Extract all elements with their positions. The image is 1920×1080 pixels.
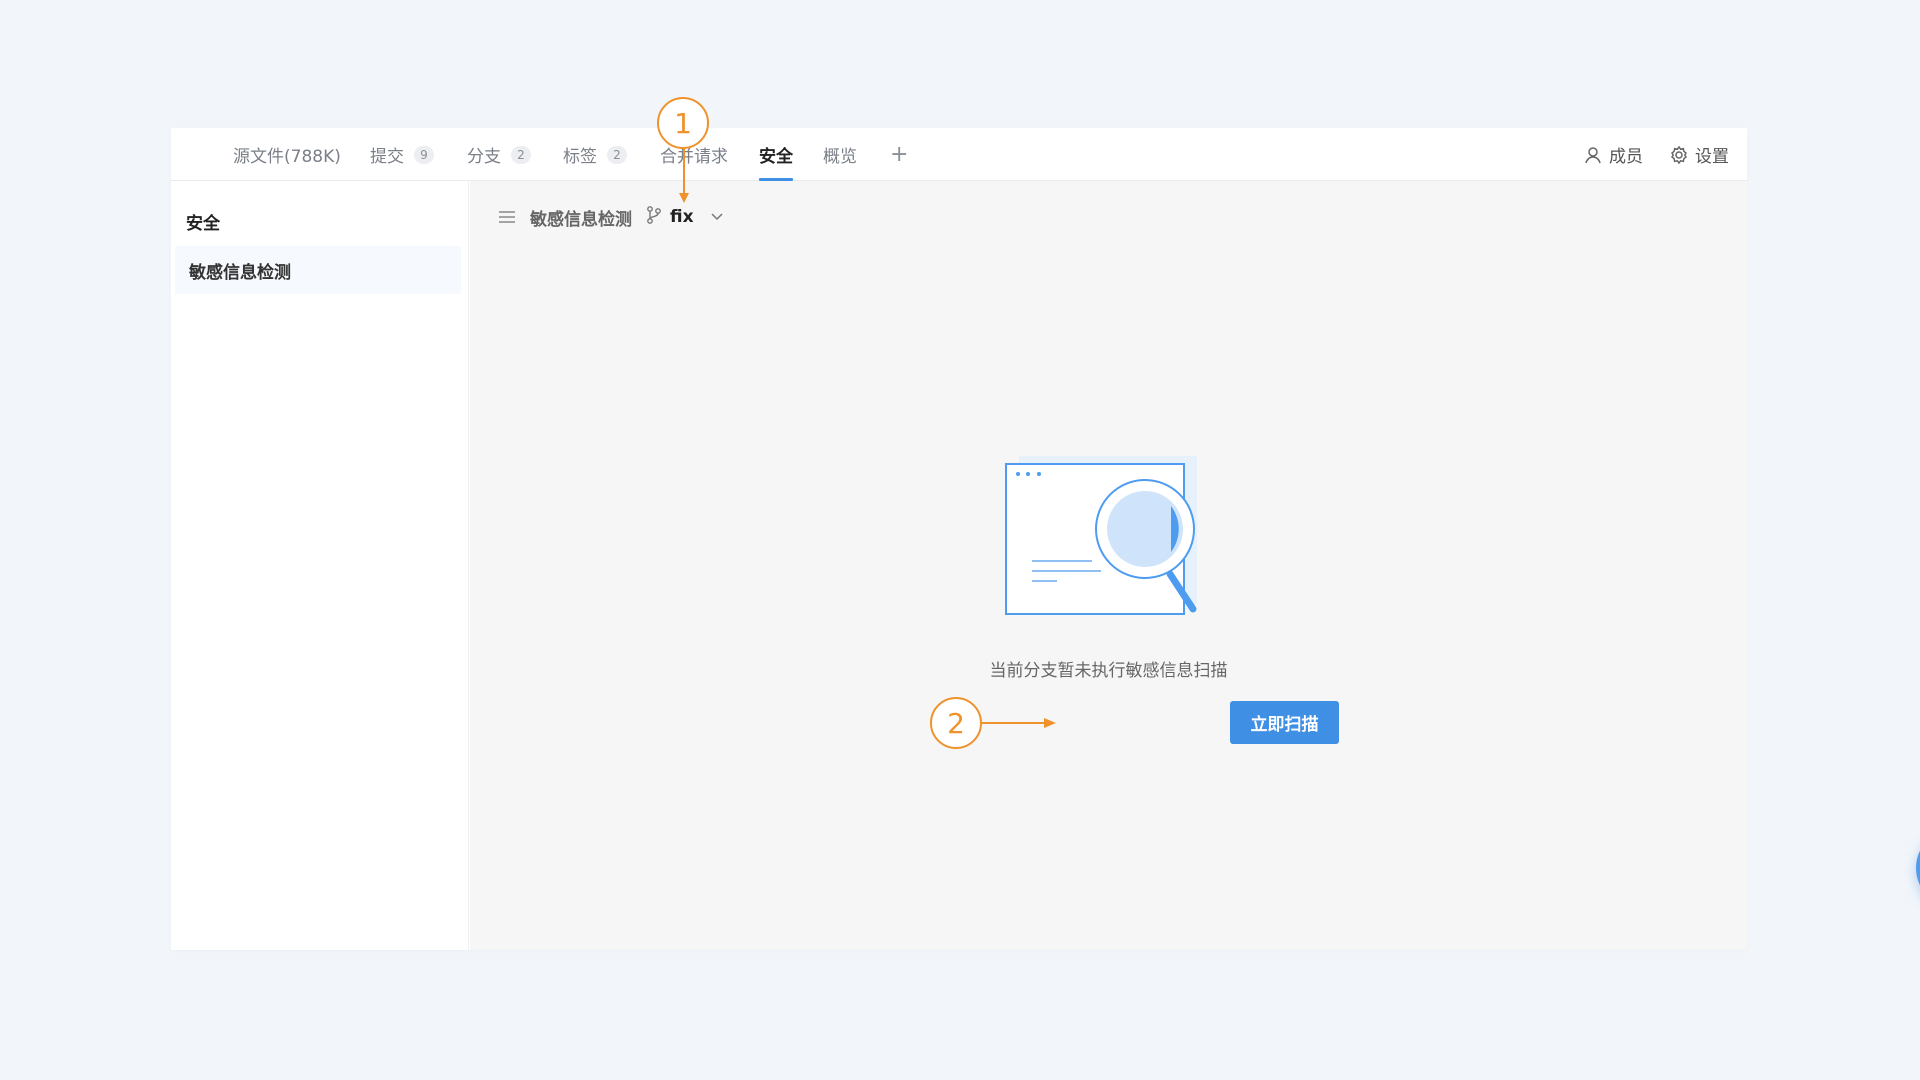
- callout-2: 2: [930, 697, 982, 749]
- plus-icon: +: [890, 142, 909, 167]
- count-badge: 2: [511, 145, 531, 164]
- breadcrumb: 敏感信息检测 fix: [498, 203, 724, 231]
- main-content: 敏感信息检测 fix 当前分支暂未执行敏感信息扫描 立即扫描: [470, 181, 1920, 950]
- security-sidebar: 安全 敏感信息检测: [171, 181, 469, 950]
- callout-number: 2: [947, 706, 965, 740]
- repo-window: 源文件(788K) 提交 9 分支 2 标签 2 合并请求 安全 概览 + 成员…: [171, 128, 1920, 950]
- count-badge: 2: [607, 145, 627, 164]
- scan-now-button[interactable]: 立即扫描: [1230, 701, 1339, 744]
- chevron-down-icon[interactable]: [710, 207, 724, 227]
- members-button[interactable]: 成员: [1583, 128, 1643, 181]
- add-tab-button[interactable]: +: [890, 128, 908, 181]
- menu-icon[interactable]: [498, 208, 516, 226]
- members-label: 成员: [1609, 147, 1643, 167]
- sidebar-item-sensitive-info-detection[interactable]: 敏感信息检测: [175, 246, 461, 294]
- count-badge: 9: [414, 145, 434, 164]
- callout-1: 1: [657, 97, 709, 149]
- gear-icon: [1669, 145, 1689, 165]
- chat-help-button[interactable]: [1916, 828, 1920, 908]
- tab-label: 源文件(788K): [233, 147, 341, 167]
- branch-selector[interactable]: fix: [670, 207, 694, 227]
- callout-2-arrow: [982, 718, 1056, 728]
- callout-1-arrow: [679, 149, 689, 203]
- tab-tags[interactable]: 标签 2: [563, 128, 627, 181]
- breadcrumb-label: 敏感信息检测: [530, 209, 632, 230]
- tab-overview[interactable]: 概览: [823, 128, 857, 181]
- sidebar-title: 安全: [186, 214, 220, 234]
- empty-state-message: 当前分支暂未执行敏感信息扫描: [989, 661, 1228, 681]
- tab-label: 标签: [563, 147, 597, 167]
- tab-security[interactable]: 安全: [759, 128, 793, 181]
- tab-label: 分支: [467, 147, 501, 167]
- tab-label: 安全: [759, 147, 793, 167]
- tab-label: 概览: [823, 147, 857, 167]
- settings-label: 设置: [1695, 147, 1729, 167]
- callout-number: 1: [674, 106, 692, 140]
- empty-state-illustration: [1005, 456, 1197, 615]
- tab-label: 提交: [370, 147, 404, 167]
- sidebar-item-label: 敏感信息检测: [189, 262, 291, 283]
- tab-source-files[interactable]: 源文件(788K): [233, 128, 341, 181]
- top-tab-bar: 源文件(788K) 提交 9 分支 2 标签 2 合并请求 安全 概览 + 成员…: [171, 128, 1747, 181]
- git-branch-icon: [646, 205, 662, 230]
- settings-button[interactable]: 设置: [1669, 128, 1729, 181]
- user-icon: [1583, 145, 1603, 165]
- tab-commits[interactable]: 提交 9: [370, 128, 434, 181]
- tab-branches[interactable]: 分支 2: [467, 128, 531, 181]
